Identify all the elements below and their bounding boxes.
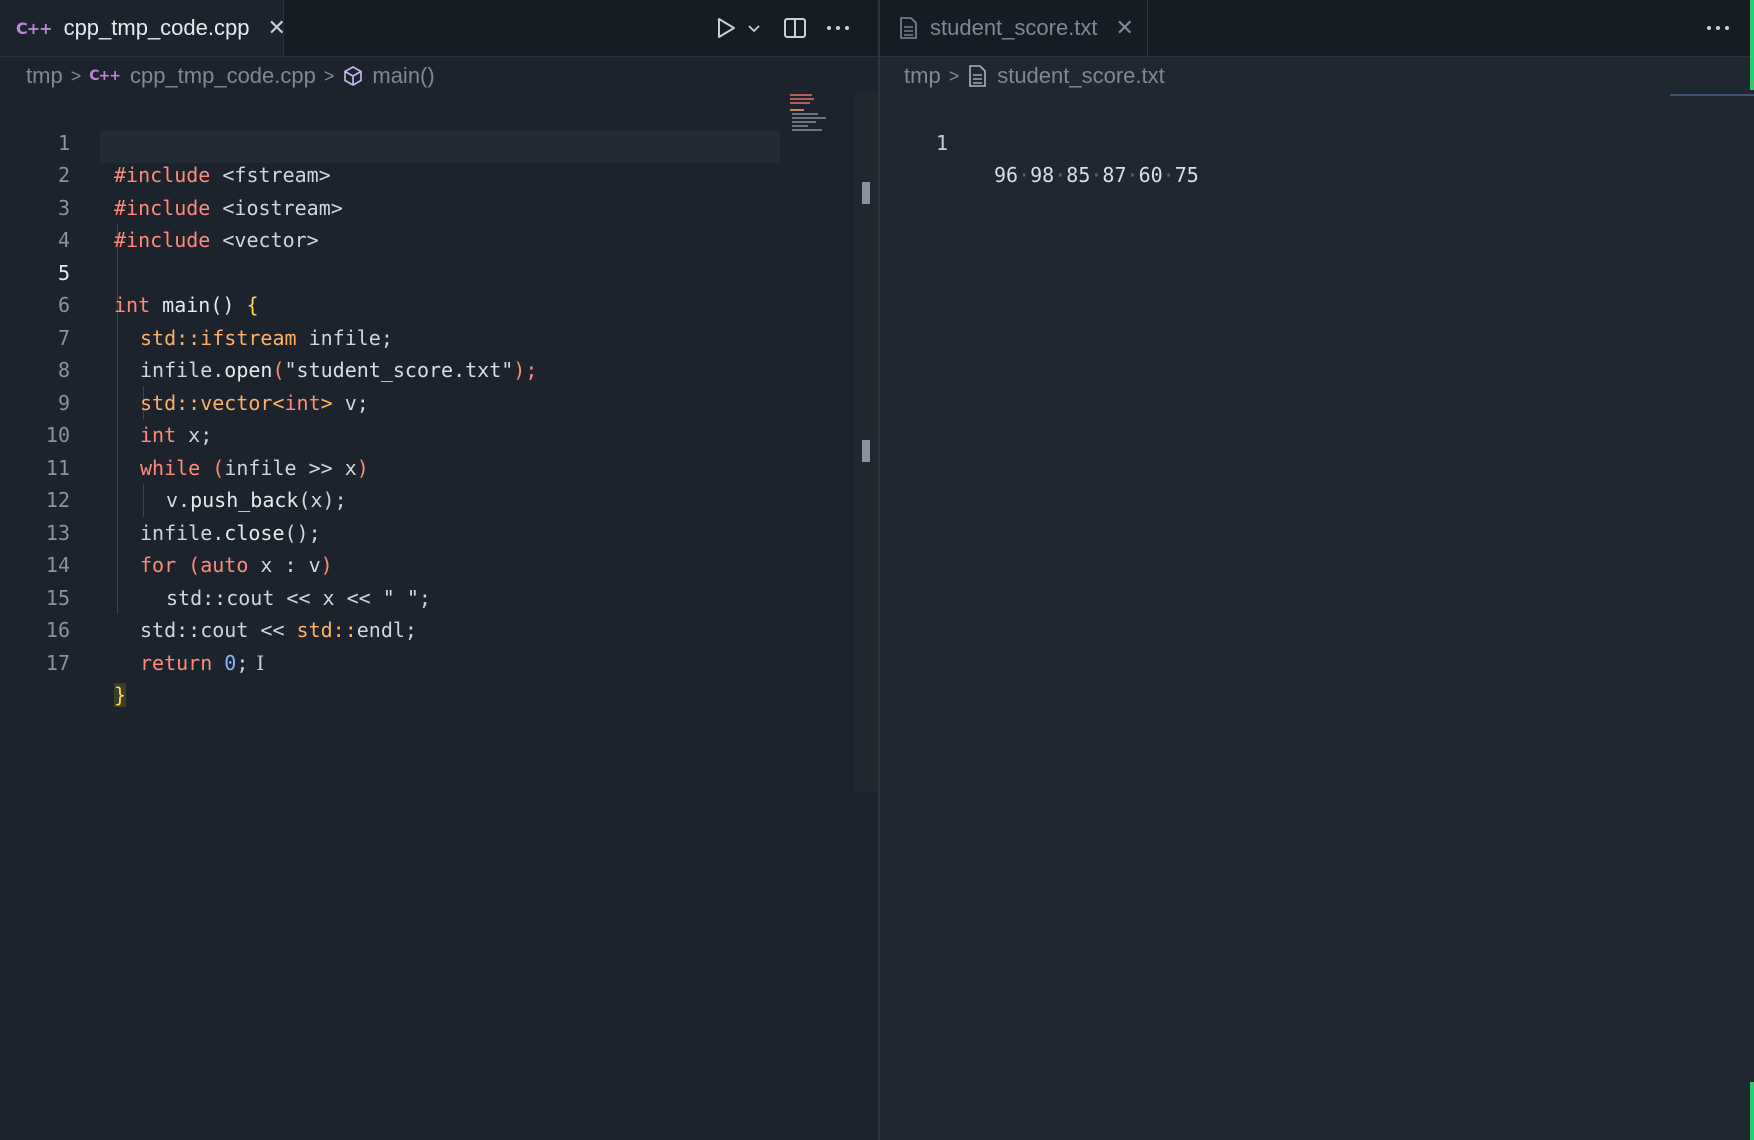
code-line: 13 for (auto x : v) [0,484,878,578]
code-line: 7 infile.open("student_score.txt"); [0,289,878,383]
breadcrumb-file[interactable]: cpp_tmp_code.cpp [130,63,316,89]
code-line: 9 int x; [0,354,878,448]
scrollbar-accent [1750,0,1754,90]
score-value: 85 [1066,163,1091,187]
cube-icon [342,65,364,87]
minimap-line [1670,94,1754,96]
line-number: 17 [45,650,70,675]
left-editor-pane: C++ cpp_tmp_code.cpp ✕ tmp > C++ cpp_tmp… [0,0,878,1140]
scrollbar-marker [862,440,870,462]
minimap-line [790,94,812,96]
close-icon[interactable]: ✕ [1116,15,1134,41]
token: ; [236,650,249,675]
code-line: 1 96·98·85·87·60·75 [880,94,1754,188]
code-line: 3 #include <vector> [0,159,878,253]
code-line: 4 [0,192,878,252]
code-line: 11 v.push_back(x); [0,419,878,513]
code-line: 1 #include <fstream> [0,94,878,188]
tab-label: student_score.txt [930,15,1098,40]
tab-cpp-tmp-code[interactable]: C++ cpp_tmp_code.cpp ✕ [0,0,286,56]
text-editor[interactable]: 1 96·98·85·87·60·75 [880,94,1754,188]
code-line: 14 std::cout << x << " "; [0,517,878,610]
more-actions-icon[interactable] [1702,12,1734,44]
more-actions-icon[interactable] [822,12,854,44]
code-line: 17 } [0,614,878,707]
tab-student-score[interactable]: student_score.txt ✕ [880,0,1148,56]
line-number: 1 [935,130,948,155]
minimap-line [790,109,804,111]
left-tab-bar: C++ cpp_tmp_code.cpp ✕ [0,0,878,57]
breadcrumb-file[interactable]: student_score.txt [997,63,1165,89]
code-line: 6 std::ifstream infile; [0,257,878,350]
token: 0 [224,650,237,675]
close-icon[interactable]: ✕ [267,15,285,41]
text-file-icon [898,16,918,40]
text-file-icon [967,64,987,88]
score-value: 87 [1102,163,1127,187]
score-value: 98 [1030,163,1055,187]
minimap[interactable] [790,92,850,132]
token: } [114,683,127,707]
score-value: 75 [1174,163,1199,187]
split-editor-icon[interactable] [780,12,810,44]
chevron-right-icon: > [323,65,335,86]
token: return [140,650,213,675]
minimap-line [790,102,810,104]
scrollbar-accent [1750,1082,1754,1140]
tab-label: cpp_tmp_code.cpp [63,15,250,40]
code-line: 10 while (infile >> x) [0,387,878,480]
score-value: 96 [994,163,1019,187]
code-editor[interactable]: 1 #include <fstream> 2 #include <iostrea… [0,94,878,707]
score-value: 60 [1138,163,1163,187]
text-cursor-icon: I [256,650,265,675]
code-line: 5 int main() { [0,224,878,318]
code-line: 15 std::cout << std::endl; [0,549,878,643]
chevron-down-icon[interactable] [742,12,766,44]
minimap-line [792,121,816,123]
breadcrumb: tmp > C++ cpp_tmp_code.cpp > main() [26,60,435,92]
code-line: 8 std::vector<int> v; [0,322,878,415]
cpp-file-icon: C++ [16,18,53,38]
code-line: 12 infile.close(); [0,452,878,545]
cpp-file-icon: C++ [89,68,121,84]
scrollbar-thumb[interactable] [862,182,870,204]
minimap-line [790,98,814,100]
run-icon[interactable] [710,12,742,44]
right-tab-bar: student_score.txt ✕ [880,0,1754,57]
code-line: 16 return 0; I [0,582,878,675]
breadcrumb: tmp > student_score.txt [904,60,1165,92]
minimap-line [792,117,826,119]
chevron-right-icon: > [948,65,960,86]
minimap-line [792,125,808,127]
breadcrumb-folder[interactable]: tmp [26,63,63,89]
breadcrumb-symbol[interactable]: main() [372,63,434,89]
minimap-line [792,129,822,131]
right-editor-pane: student_score.txt ✕ tmp > student_score.… [880,0,1754,1140]
code-line: 2 #include <iostream> [0,127,878,220]
minimap-line [792,113,818,115]
breadcrumb-folder[interactable]: tmp [904,63,941,89]
vertical-scrollbar[interactable] [854,92,878,792]
chevron-right-icon: > [70,65,82,86]
